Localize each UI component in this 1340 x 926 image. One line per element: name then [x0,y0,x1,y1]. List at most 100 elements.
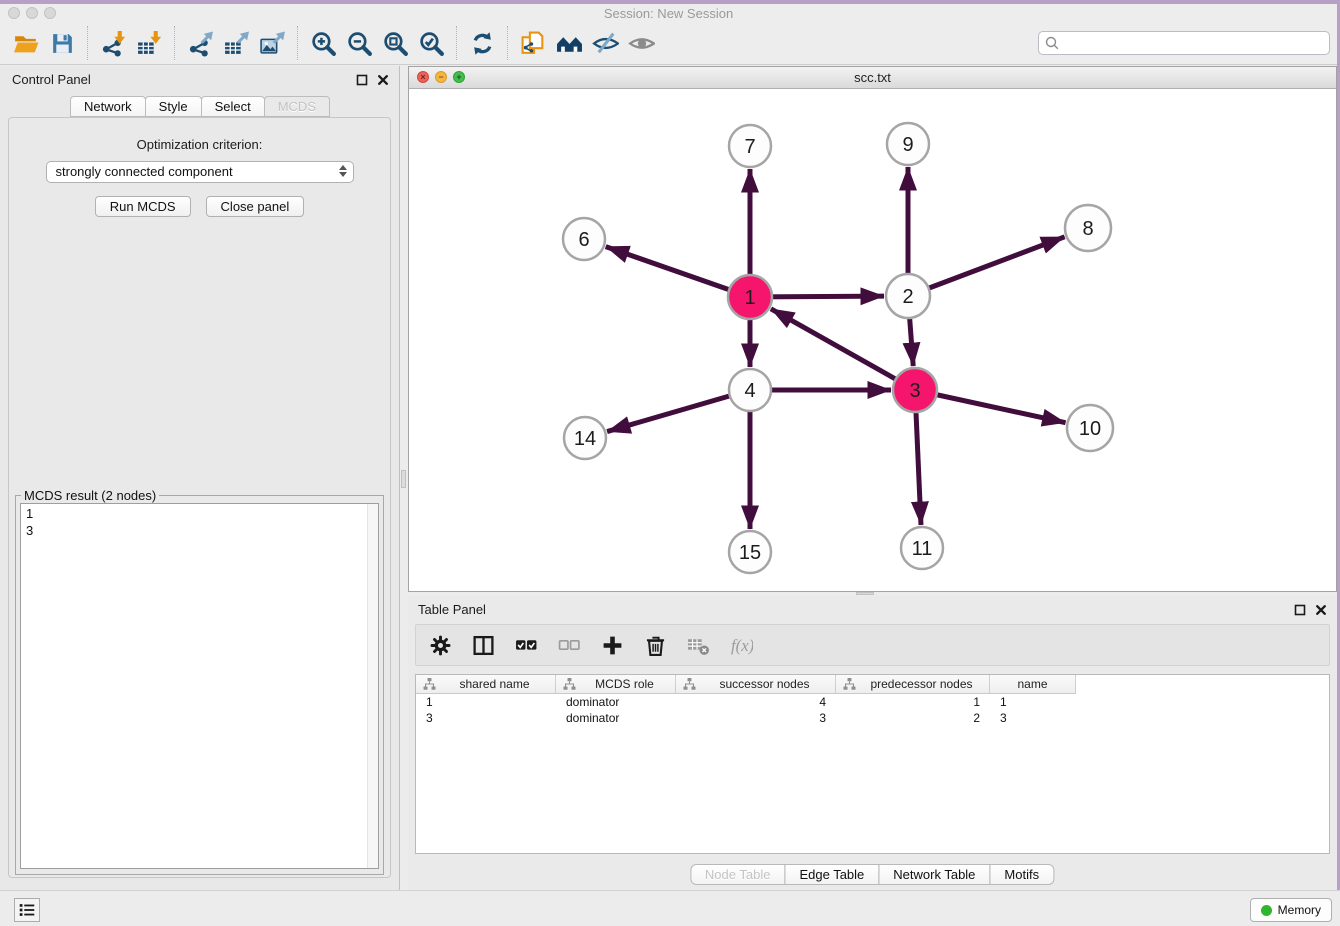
column-header-mcds-role[interactable]: MCDS role [556,675,676,694]
zoom-out-button[interactable] [341,25,377,61]
eye-slash-icon [592,30,619,57]
float-table-panel-icon[interactable] [1294,603,1306,615]
table-cell[interactable]: 2 [836,711,990,725]
graph-node-15[interactable]: 15 [729,531,771,573]
network-canvas[interactable]: 7 9 6 8 1 2 4 3 14 10 15 11 [409,89,1336,591]
tab-mcds[interactable]: MCDS [264,96,330,117]
tab-network[interactable]: Network [70,96,146,117]
tree-icon [423,678,436,690]
column-header-predecessor-nodes[interactable]: predecessor nodes [836,675,990,694]
open-session-button[interactable] [8,25,44,61]
hide-selection-button[interactable] [587,25,623,61]
import-network-button[interactable] [95,25,131,61]
table-cell[interactable]: 4 [676,695,836,709]
task-history-button[interactable] [14,898,40,922]
graph-node-3[interactable]: 3 [893,368,937,412]
plus-icon [601,634,624,657]
export-image-button[interactable] [254,25,290,61]
column-label: successor nodes [698,677,831,691]
float-panel-icon[interactable] [356,73,368,85]
control-panel-header: Control Panel [0,66,399,92]
close-panel-button[interactable]: Close panel [206,196,305,217]
export-table-button[interactable] [218,25,254,61]
tab-edge-table[interactable]: Edge Table [784,864,879,885]
network-graph[interactable]: 7 9 6 8 1 2 4 3 14 10 15 11 [409,89,1336,591]
graph-node-2[interactable]: 2 [886,274,930,318]
result-scrollbar[interactable] [367,504,378,868]
gear-icon [429,634,452,657]
vertical-splitter[interactable] [400,66,408,890]
application-window: Session: New Session Control Panel Netwo… [0,0,1340,926]
delete-column-button[interactable] [641,631,669,659]
titlebar: Session: New Session [0,4,1337,22]
table-cell[interactable]: dominator [556,695,676,709]
memory-button[interactable]: Memory [1250,898,1332,922]
table-cell[interactable]: 1 [836,695,990,709]
horizontal-splitter-handle[interactable] [856,592,874,595]
graph-node-6[interactable]: 6 [563,218,605,260]
tab-style[interactable]: Style [145,96,202,117]
window-title: Session: New Session [0,6,1337,21]
import-table-button[interactable] [131,25,167,61]
deselect-all-columns-button[interactable] [555,631,583,659]
graph-node-8[interactable]: 8 [1065,205,1111,251]
show-all-button[interactable] [623,25,659,61]
zoom-in-button[interactable] [305,25,341,61]
table-body: 1dominator4113dominator323 [416,694,1329,726]
graph-node-label: 14 [574,428,596,450]
table-panel-title: Table Panel [418,602,486,617]
export-network-button[interactable] [182,25,218,61]
criterion-select[interactable]: strongly connected component [46,161,354,183]
graph-edge-3-1[interactable] [771,309,915,390]
table-cell[interactable]: dominator [556,711,676,725]
graph-node-7[interactable]: 7 [729,125,771,167]
table-cell[interactable]: 3 [990,711,1076,725]
zoom-selected-button[interactable] [413,25,449,61]
table-cell[interactable]: 1 [990,695,1076,709]
graph-edge-2-8[interactable] [908,237,1065,296]
first-neighbors-button[interactable] [551,25,587,61]
close-table-panel-icon[interactable] [1315,603,1327,615]
table-cell[interactable]: 3 [676,711,836,725]
tab-node-table[interactable]: Node Table [690,864,786,885]
network-window-title: scc.txt [409,70,1336,85]
table-row[interactable]: 1dominator411 [416,694,1329,710]
network-view-window: × − + scc.txt 7968124314101511 [408,66,1337,592]
search-input[interactable] [1038,31,1330,55]
zoom-fit-button[interactable] [377,25,413,61]
save-session-button[interactable] [44,25,80,61]
table-settings-button[interactable] [426,631,454,659]
graph-node-11[interactable]: 11 [901,527,943,569]
tab-network-table[interactable]: Network Table [878,864,990,885]
table-cell[interactable]: 3 [416,711,556,725]
close-panel-icon[interactable] [377,73,389,85]
graph-node-1[interactable]: 1 [728,275,772,319]
network-from-selection-button[interactable] [515,25,551,61]
column-label: predecessor nodes [858,677,985,691]
column-header-name[interactable]: name [990,675,1076,694]
graph-node-label: 7 [744,136,755,158]
graph-node-label: 8 [1082,218,1093,240]
homes-icon [556,30,583,57]
graph-node-14[interactable]: 14 [564,417,606,459]
zoom-in-icon [310,30,337,57]
apply-layout-button[interactable] [464,25,500,61]
vertical-splitter-handle[interactable] [401,470,406,488]
graph-node-4[interactable]: 4 [729,369,771,411]
mcds-result-textarea[interactable]: 1 3 [20,503,379,869]
graph-node-10[interactable]: 10 [1067,405,1113,451]
select-all-columns-button[interactable] [512,631,540,659]
column-header-shared-name[interactable]: shared name [416,675,556,694]
tab-motifs[interactable]: Motifs [989,864,1054,885]
column-label: name [994,677,1071,691]
table-row[interactable]: 3dominator323 [416,710,1329,726]
show-columns-button[interactable] [469,631,497,659]
create-column-button[interactable] [598,631,626,659]
graph-node-9[interactable]: 9 [887,123,929,165]
table-cell[interactable]: 1 [416,695,556,709]
graph-edge-4-14[interactable] [607,390,750,432]
toolbar-separator [87,26,88,60]
tab-select[interactable]: Select [201,96,265,117]
run-mcds-button[interactable]: Run MCDS [95,196,191,217]
column-header-successor-nodes[interactable]: successor nodes [676,675,836,694]
